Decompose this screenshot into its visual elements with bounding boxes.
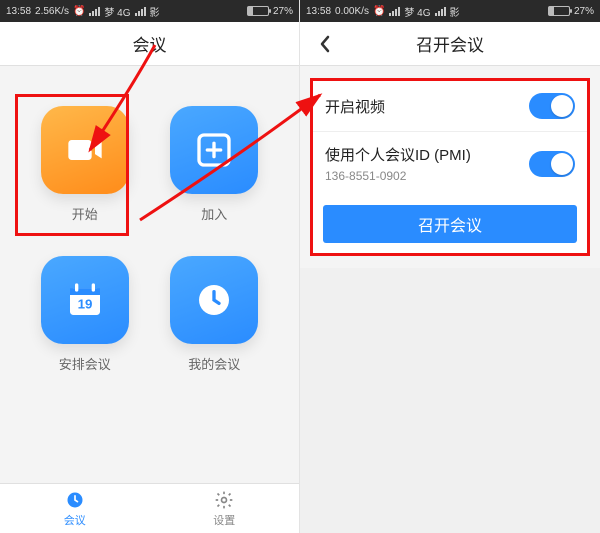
row-pmi: 使用个人会议ID (PMI) 136-8551-0902 bbox=[313, 132, 587, 195]
tab-settings-label: 设置 bbox=[213, 512, 235, 528]
toggle-pmi[interactable] bbox=[529, 151, 575, 177]
page-title: 会议 bbox=[133, 31, 167, 56]
tile-grid: 开始 加入 19 安排会议 我的会议 bbox=[0, 66, 299, 483]
tile-join-label: 加入 bbox=[201, 204, 227, 223]
plus-icon bbox=[194, 130, 234, 170]
status-net1: 梦 4G bbox=[104, 4, 130, 19]
status-time: 13:58 bbox=[6, 6, 31, 17]
status-battery: 27% bbox=[273, 6, 293, 17]
back-button[interactable] bbox=[310, 22, 340, 66]
bottom-tabs: 会议 设置 bbox=[0, 483, 299, 533]
row-video-label: 开启视频 bbox=[325, 96, 385, 117]
empty-area bbox=[300, 268, 600, 533]
status-bar: 13:58 0.00K/s ⏰ 梦 4G 影 27% bbox=[300, 0, 600, 22]
battery-icon bbox=[247, 6, 269, 16]
start-meeting-button[interactable]: 召开会议 bbox=[323, 205, 577, 243]
page-title: 召开会议 bbox=[416, 31, 484, 56]
nav-bar: 会议 bbox=[0, 22, 299, 66]
tile-mine[interactable]: 我的会议 bbox=[170, 256, 258, 373]
options-panel: 开启视频 使用个人会议ID (PMI) 136-8551-0902 召开会议 bbox=[310, 78, 590, 256]
status-net2: 影 bbox=[150, 4, 160, 19]
svg-text:19: 19 bbox=[77, 296, 92, 311]
tile-start[interactable]: 开始 bbox=[41, 106, 129, 223]
gear-icon bbox=[214, 490, 234, 510]
tile-start-box bbox=[41, 106, 129, 194]
row-video: 开启视频 bbox=[313, 81, 587, 132]
chevron-left-icon bbox=[318, 34, 332, 54]
row-pmi-label: 使用个人会议ID (PMI) bbox=[325, 144, 471, 165]
tile-mine-label: 我的会议 bbox=[188, 354, 240, 373]
status-time: 13:58 bbox=[306, 6, 331, 17]
tab-meetings[interactable]: 会议 bbox=[0, 484, 150, 533]
nav-bar: 召开会议 bbox=[300, 22, 600, 66]
battery-icon bbox=[548, 6, 570, 16]
tile-join-box bbox=[170, 106, 258, 194]
alarm-icon: ⏰ bbox=[73, 6, 85, 17]
toggle-video[interactable] bbox=[529, 93, 575, 119]
alarm-icon: ⏰ bbox=[373, 6, 385, 17]
signal-icon bbox=[389, 7, 400, 16]
status-battery: 27% bbox=[574, 6, 594, 17]
screen-start-meeting: 13:58 0.00K/s ⏰ 梦 4G 影 27% 召开会议 开启视频 使用个… bbox=[300, 0, 600, 533]
clock-icon bbox=[194, 280, 234, 320]
tile-join[interactable]: 加入 bbox=[170, 106, 258, 223]
status-speed: 0.00K/s bbox=[335, 6, 369, 17]
tile-schedule-label: 安排会议 bbox=[59, 354, 111, 373]
video-icon bbox=[65, 130, 105, 170]
status-bar: 13:58 2.56K/s ⏰ 梦 4G 影 27% bbox=[0, 0, 299, 22]
tile-mine-box bbox=[170, 256, 258, 344]
screen-meetings: 13:58 2.56K/s ⏰ 梦 4G 影 27% 会议 开始 加入 bbox=[0, 0, 300, 533]
tab-meetings-label: 会议 bbox=[64, 512, 86, 528]
row-pmi-value: 136-8551-0902 bbox=[325, 169, 471, 183]
tab-settings[interactable]: 设置 bbox=[150, 484, 300, 533]
tile-schedule-box: 19 bbox=[41, 256, 129, 344]
calendar-icon: 19 bbox=[65, 280, 105, 320]
signal-icon bbox=[435, 7, 446, 16]
signal-icon bbox=[89, 7, 100, 16]
clock-icon bbox=[65, 490, 85, 510]
status-net1: 梦 4G bbox=[404, 4, 430, 19]
tile-schedule[interactable]: 19 安排会议 bbox=[41, 256, 129, 373]
signal-icon bbox=[135, 7, 146, 16]
status-net2: 影 bbox=[450, 4, 460, 19]
status-speed: 2.56K/s bbox=[35, 6, 69, 17]
tile-start-label: 开始 bbox=[72, 204, 98, 223]
